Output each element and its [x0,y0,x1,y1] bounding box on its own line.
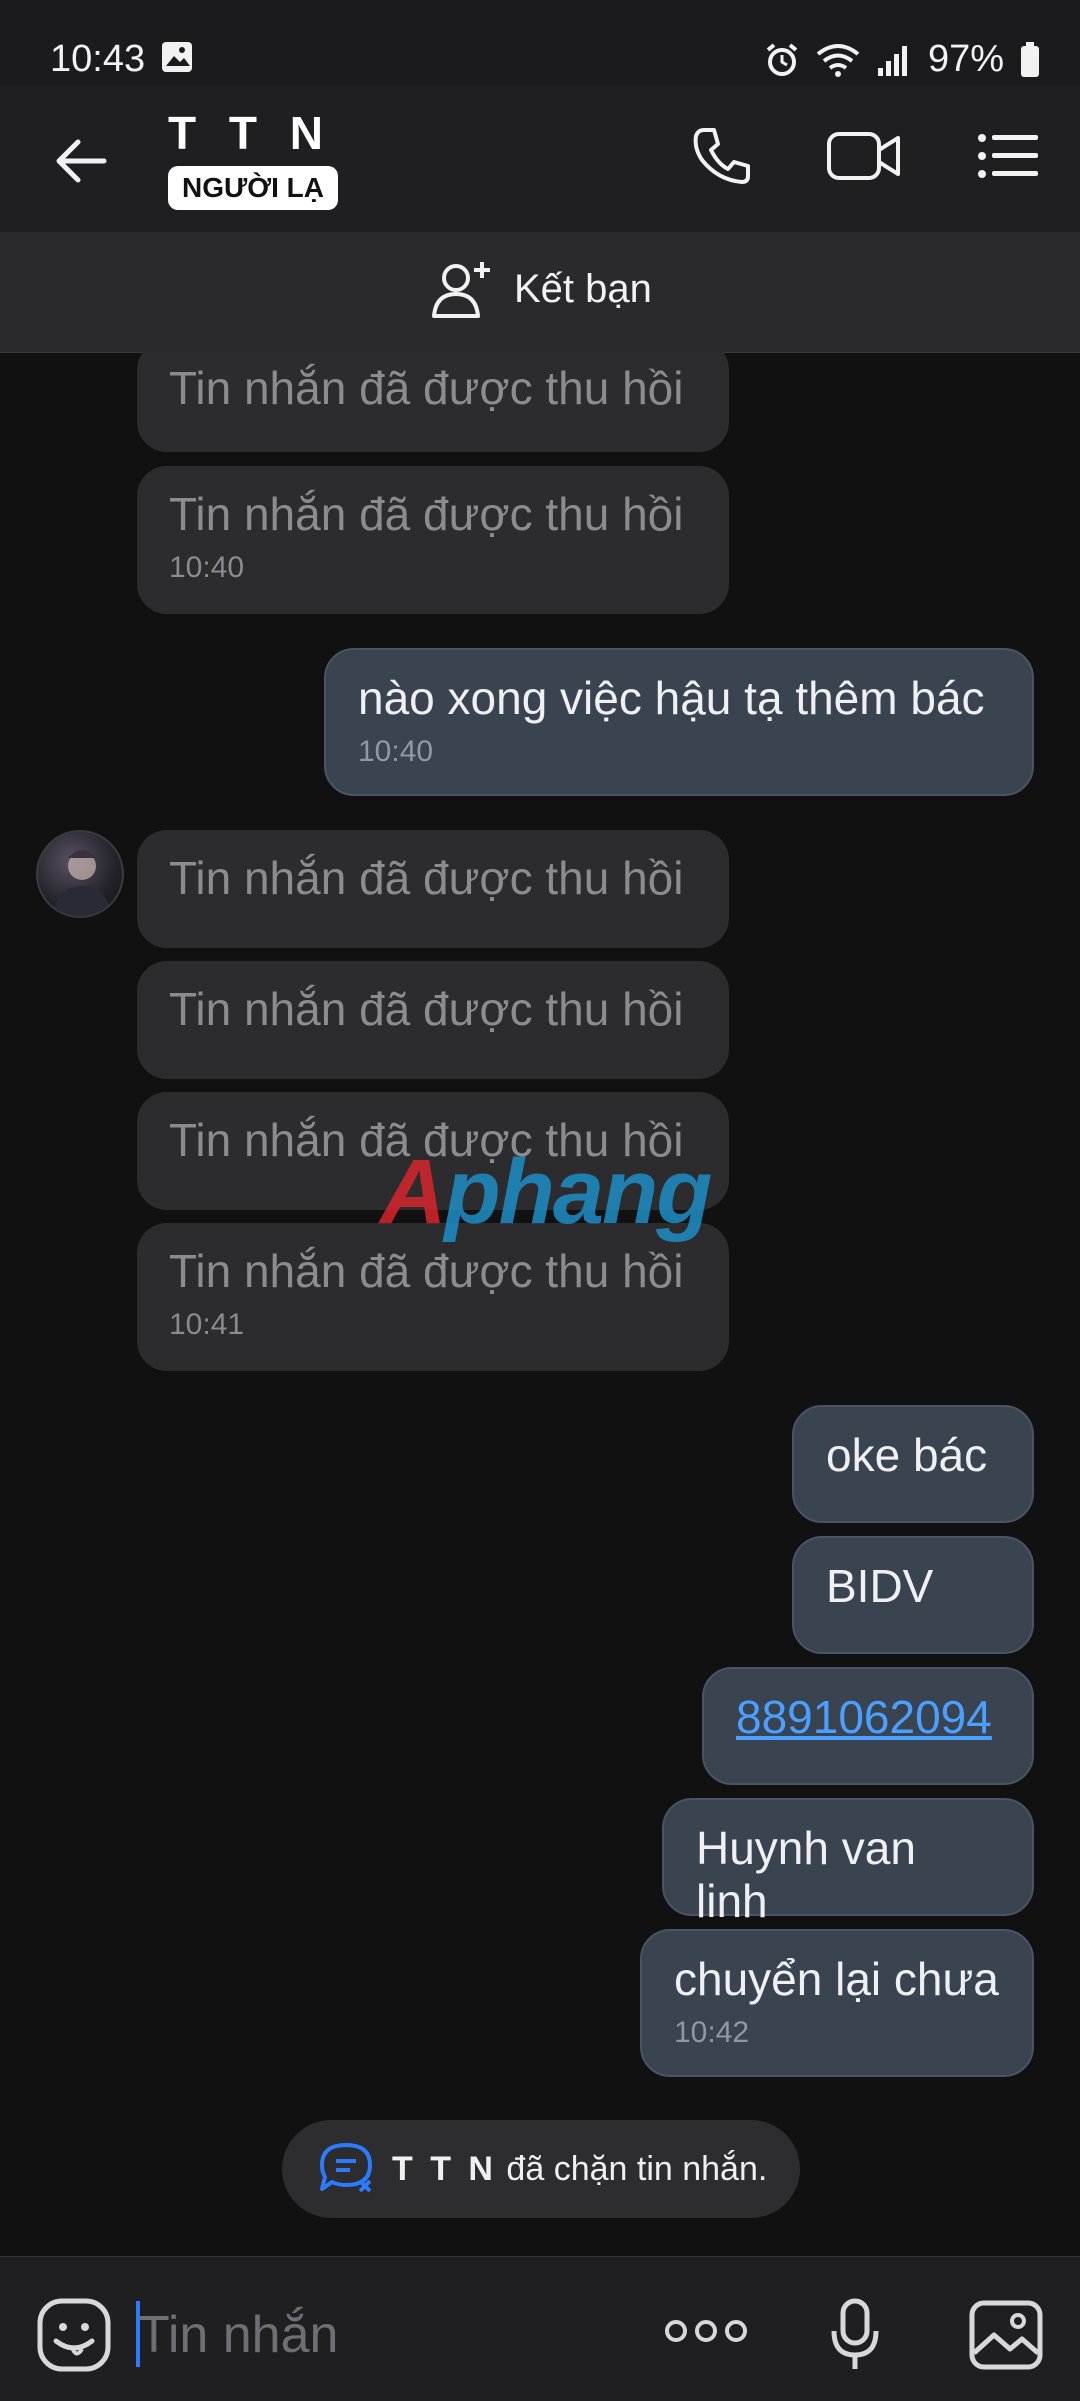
add-friend-icon [432,262,490,318]
message-outgoing[interactable]: oke bác [792,1405,1034,1523]
signal-icon [877,45,907,76]
image-gallery-icon[interactable] [968,2297,1044,2373]
stranger-badge: NGƯỜI LẠ [168,166,338,210]
video-call-icon[interactable] [826,124,902,188]
message-text: Huynh van linh [696,1822,916,1927]
more-options-icon[interactable] [664,2319,748,2343]
battery-icon [1021,41,1039,77]
contact-avatar[interactable] [36,830,124,918]
message-text: Tin nhắn đã được thu hồi [169,983,684,1035]
status-time: 10:43 [50,38,146,80]
alarm-icon [766,42,798,76]
message-text: oke bác [826,1429,988,1481]
message-list[interactable]: Tin nhắn đã được thu hồi Tin nhắn đã đượ… [0,352,1080,2252]
account-number-link[interactable]: 8891062094 [736,1691,992,1743]
watermark-logo: Aphang [380,1140,712,1245]
wifi-icon [816,43,860,77]
message-recalled[interactable]: Tin nhắn đã được thu hồi [137,352,729,452]
watermark-text: phang [444,1141,712,1243]
message-text: Tin nhắn đã được thu hồi [169,362,684,414]
chat-header: T T N NGƯỜI LẠ [0,86,1080,232]
contact-name[interactable]: T T N [168,106,333,160]
message-text: Tin nhắn đã được thu hồi [169,488,684,540]
blocked-notice-text: T T N đã chặn tin nhắn. [392,2150,767,2189]
add-friend-label: Kết bạn [514,266,652,311]
battery-percent: 97% [927,38,1004,80]
message-outgoing[interactable]: chuyển lại chưa 10:42 [640,1929,1034,2077]
message-outgoing[interactable]: nào xong việc hậu tạ thêm bác 10:40 [324,648,1034,796]
sticker-emoji-icon[interactable] [36,2297,112,2373]
message-recalled[interactable]: Tin nhắn đã được thu hồi 10:41 [137,1223,729,1371]
blocked-chat-icon [320,2143,372,2193]
message-outgoing[interactable]: 8891062094 [702,1667,1034,1785]
message-input-bar: Tin nhắn [0,2256,1080,2401]
message-time: 10:40 [169,550,245,584]
message-recalled[interactable]: Tin nhắn đã được thu hồi 10:40 [137,466,729,614]
gallery-notification-icon [162,42,192,72]
back-arrow-icon[interactable] [52,132,110,190]
add-friend-bar[interactable]: Kết bạn [0,232,1080,353]
message-outgoing[interactable]: BIDV [792,1536,1034,1654]
message-input[interactable]: Tin nhắn [138,2305,338,2365]
message-time: 10:40 [358,734,434,768]
blocked-notice-message: đã chặn tin nhắn. [496,2149,768,2188]
status-right: 97% [764,38,1040,81]
message-time: 10:41 [169,1307,245,1341]
message-text: BIDV [826,1560,934,1612]
message-text: Tin nhắn đã được thu hồi [169,1245,684,1297]
message-text: Tin nhắn đã được thu hồi [169,852,684,904]
message-text: chuyển lại chưa [674,1953,999,2005]
blocked-notice: T T N đã chặn tin nhắn. [282,2120,800,2218]
message-outgoing[interactable]: Huynh van linh [662,1798,1034,1927]
phone-call-icon[interactable] [690,124,754,188]
message-recalled[interactable]: Tin nhắn đã được thu hồi [137,961,729,1079]
message-recalled[interactable]: Tin nhắn đã được thu hồi [137,830,729,948]
microphone-icon[interactable] [830,2297,880,2373]
menu-list-icon[interactable] [976,124,1040,188]
message-text: nào xong việc hậu tạ thêm bác [358,672,985,724]
blocked-notice-name: T T N [392,2149,497,2188]
message-time: 10:42 [674,2015,750,2049]
watermark-letter: A [380,1141,446,1243]
status-bar: 10:43 97% [0,0,1080,86]
avatar-photo-icon [52,850,112,916]
